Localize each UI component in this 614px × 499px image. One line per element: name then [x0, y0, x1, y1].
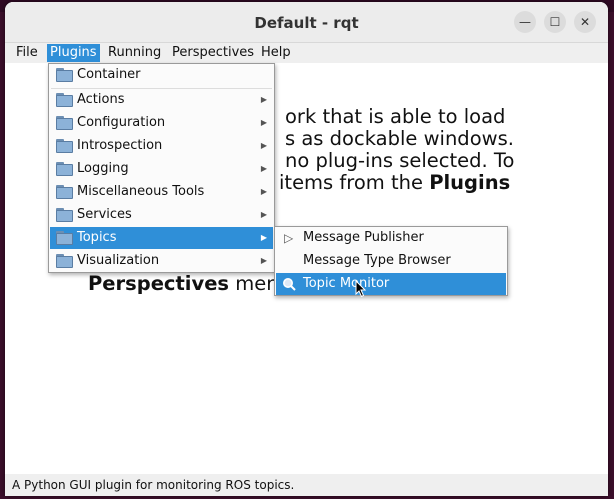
folder-icon: [56, 208, 73, 222]
maximize-button[interactable]: ☐: [544, 11, 566, 33]
folder-icon: [56, 139, 73, 153]
menu-item-label: Introspection: [77, 138, 163, 153]
chevron-right-icon: ▶: [260, 95, 267, 104]
menu-item-label: Visualization: [77, 253, 160, 268]
menu-item-visualization[interactable]: Visualization ▶: [50, 250, 273, 272]
search-icon: [283, 278, 296, 291]
menu-item-topic-monitor[interactable]: Topic Monitor: [276, 273, 506, 295]
chevron-right-icon: ▶: [260, 187, 267, 196]
perspectives-bold: Perspectives: [88, 272, 230, 295]
mouse-cursor-icon: [355, 280, 367, 298]
title-bar[interactable]: Default - rqt — ☐ ✕: [5, 2, 608, 43]
play-icon: ▷: [284, 231, 294, 245]
topics-submenu: ▷ Message Publisher Message Type Browser…: [274, 226, 508, 296]
welcome-line-4: items from the Plugins: [279, 172, 510, 194]
menu-item-label: Message Type Browser: [303, 253, 451, 268]
chevron-right-icon: ▶: [260, 210, 267, 219]
menu-item-configuration[interactable]: Configuration ▶: [50, 112, 273, 134]
menu-item-label: Services: [77, 207, 132, 222]
menu-item-miscellaneous-tools[interactable]: Miscellaneous Tools ▶: [50, 181, 273, 203]
menu-item-label: Miscellaneous Tools: [77, 184, 205, 199]
folder-icon: [56, 116, 73, 130]
menu-item-services[interactable]: Services ▶: [50, 204, 273, 226]
welcome-line-3: no plug-ins selected. To: [285, 149, 515, 172]
welcome-line-2: s as dockable windows.: [285, 127, 514, 150]
menu-item-message-type-browser[interactable]: Message Type Browser: [276, 250, 506, 272]
plugins-menu: Container Actions ▶ Configuration ▶ Intr…: [48, 63, 275, 273]
minimize-button[interactable]: —: [514, 11, 536, 33]
menu-item-container[interactable]: Container: [50, 64, 273, 86]
menu-item-logging[interactable]: Logging ▶: [50, 158, 273, 180]
menu-item-label: Topic Monitor: [303, 276, 390, 291]
chevron-right-icon: ▶: [260, 233, 267, 242]
menu-perspectives[interactable]: Perspectives: [169, 44, 257, 62]
menu-item-label: Topics: [77, 230, 117, 245]
menu-help[interactable]: Help: [258, 44, 294, 62]
menu-item-topics[interactable]: Topics ▶: [50, 227, 273, 249]
menu-item-label: Configuration: [77, 115, 166, 130]
chevron-right-icon: ▶: [260, 118, 267, 127]
menu-plugins[interactable]: Plugins: [47, 44, 100, 62]
menu-item-label: Logging: [77, 161, 129, 176]
menu-item-label: Actions: [77, 92, 125, 107]
chevron-right-icon: ▶: [260, 256, 267, 265]
folder-icon: [56, 162, 73, 176]
menu-item-message-publisher[interactable]: ▷ Message Publisher: [276, 227, 506, 249]
folder-icon: [56, 185, 73, 199]
menu-item-introspection[interactable]: Introspection ▶: [50, 135, 273, 157]
folder-icon: [56, 93, 73, 107]
menu-item-actions[interactable]: Actions ▶: [50, 89, 273, 111]
folder-icon: [56, 231, 73, 245]
welcome-line-5: Perspectives men: [88, 273, 279, 295]
welcome-line-1: ork that is able to load: [285, 105, 506, 128]
chevron-right-icon: ▶: [260, 164, 267, 173]
menu-item-label: Container: [77, 67, 141, 82]
folder-icon: [56, 68, 73, 82]
welcome-line-5-text: men: [229, 272, 279, 295]
menu-running[interactable]: Running: [105, 44, 164, 62]
folder-icon: [56, 254, 73, 268]
menu-file[interactable]: File: [13, 44, 41, 62]
menu-item-label: Message Publisher: [303, 230, 424, 245]
menu-bar: File Plugins Running Perspectives Help: [5, 43, 608, 63]
chevron-right-icon: ▶: [260, 141, 267, 150]
status-bar: A Python GUI plugin for monitoring ROS t…: [5, 474, 608, 496]
close-button[interactable]: ✕: [574, 11, 596, 33]
welcome-line-4-text: items from the: [279, 171, 430, 194]
plugins-bold: Plugins: [429, 171, 511, 194]
